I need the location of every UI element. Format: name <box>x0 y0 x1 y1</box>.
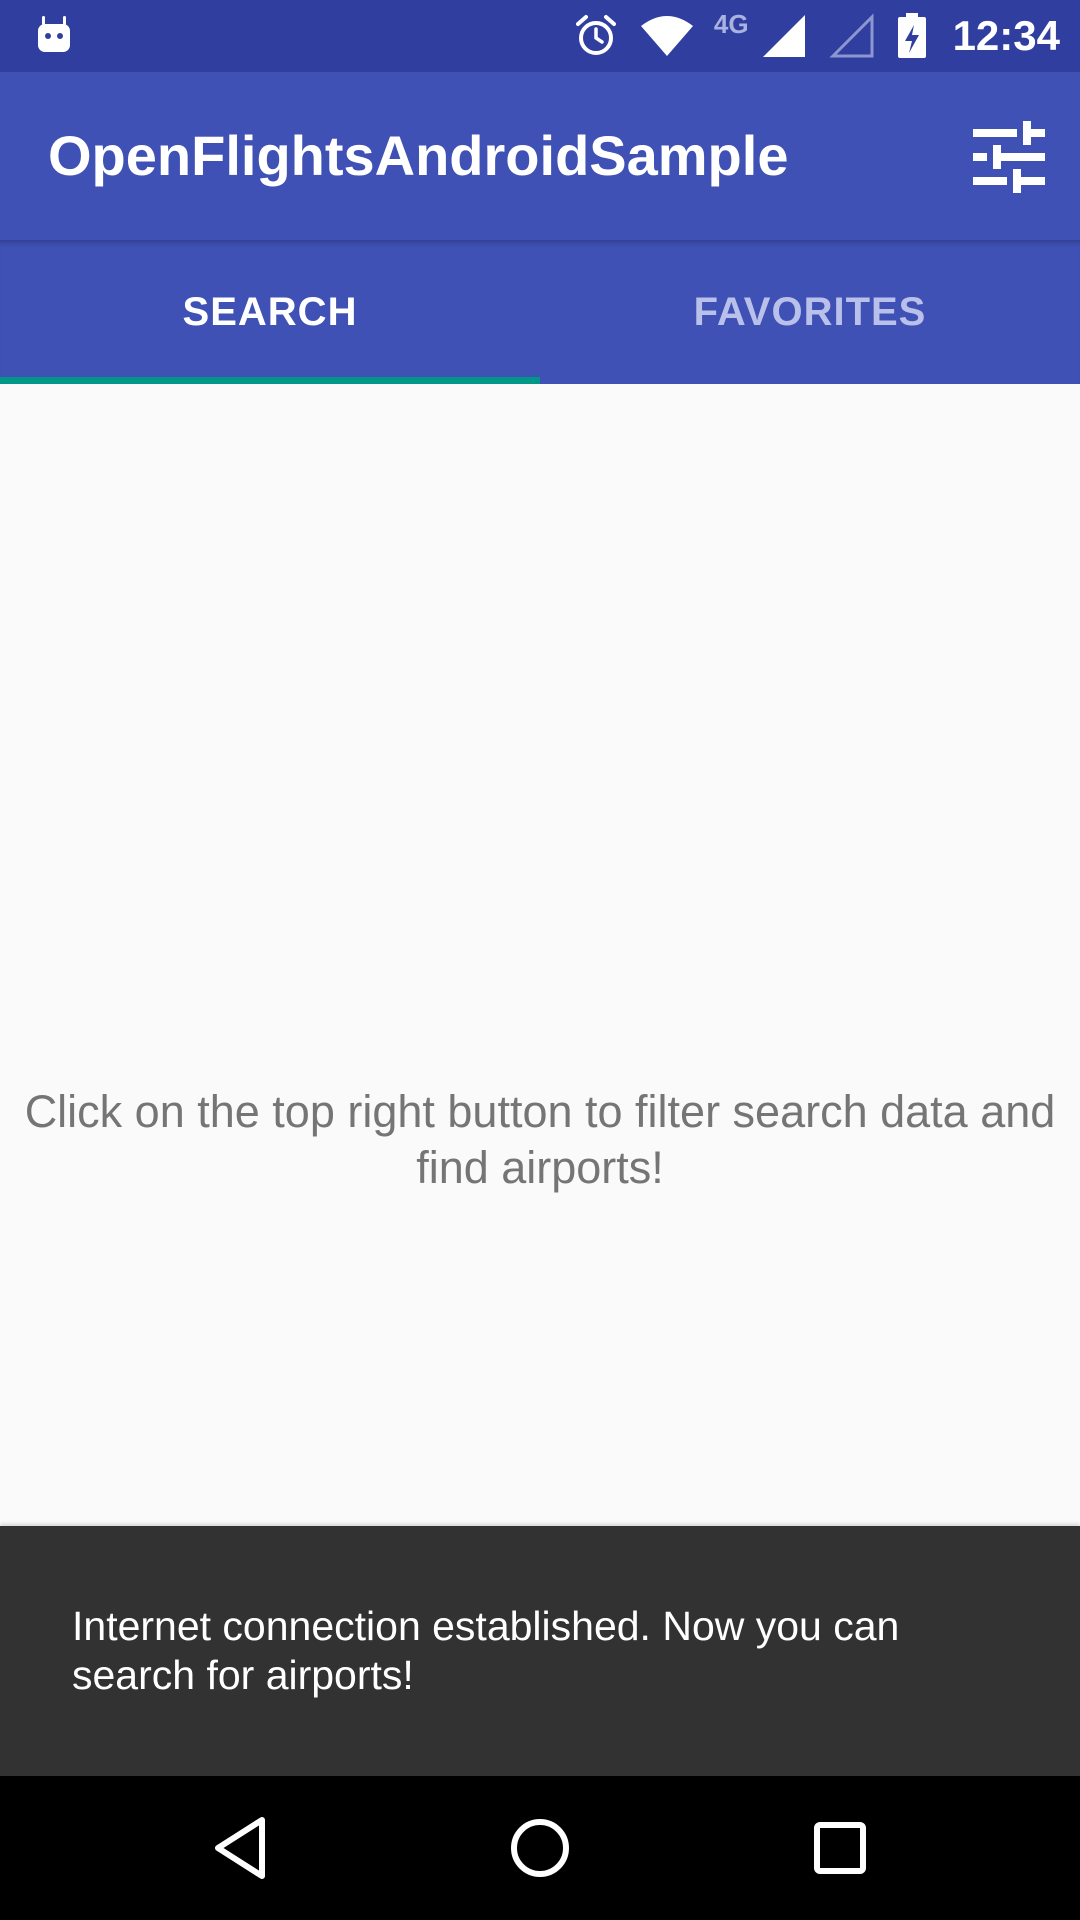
app-title: OpenFlightsAndroidSample <box>48 124 789 187</box>
back-icon <box>215 1817 265 1879</box>
navigation-bar <box>0 1776 1080 1920</box>
tab-indicator <box>0 377 540 384</box>
home-icon <box>511 1819 569 1877</box>
app-bar: OpenFlightsAndroidSample <box>0 72 1080 240</box>
battery-charging-icon <box>897 13 926 58</box>
status-bar: 4G 12:34 <box>0 0 1080 72</box>
snackbar: Internet connection established. Now you… <box>0 1526 1080 1776</box>
wifi-icon <box>640 16 693 56</box>
tab-favorites[interactable]: FAVORITES <box>540 240 1080 384</box>
status-time: 12:34 <box>952 12 1060 59</box>
filter-sliders-icon <box>973 121 1045 193</box>
filter-button[interactable] <box>964 112 1054 202</box>
recents-button[interactable] <box>790 1798 890 1898</box>
network-type-label: 4G <box>713 8 749 39</box>
snackbar-message: Internet connection established. Now you… <box>72 1603 900 1698</box>
recents-icon <box>814 1822 866 1874</box>
tab-search[interactable]: SEARCH <box>0 240 540 384</box>
empty-state-message: Click on the top right button to filter … <box>24 1086 1056 1193</box>
home-button[interactable] <box>490 1798 590 1898</box>
tab-bar: SEARCH FAVORITES <box>0 240 1080 384</box>
alarm-icon <box>575 15 616 55</box>
signal-full-icon <box>762 15 805 57</box>
back-button[interactable] <box>190 1798 290 1898</box>
search-content: Click on the top right button to filter … <box>0 384 1080 1526</box>
android-icon <box>38 16 70 52</box>
status-icons: 4G 12:34 <box>552 0 1060 72</box>
signal-empty-icon <box>828 13 874 58</box>
